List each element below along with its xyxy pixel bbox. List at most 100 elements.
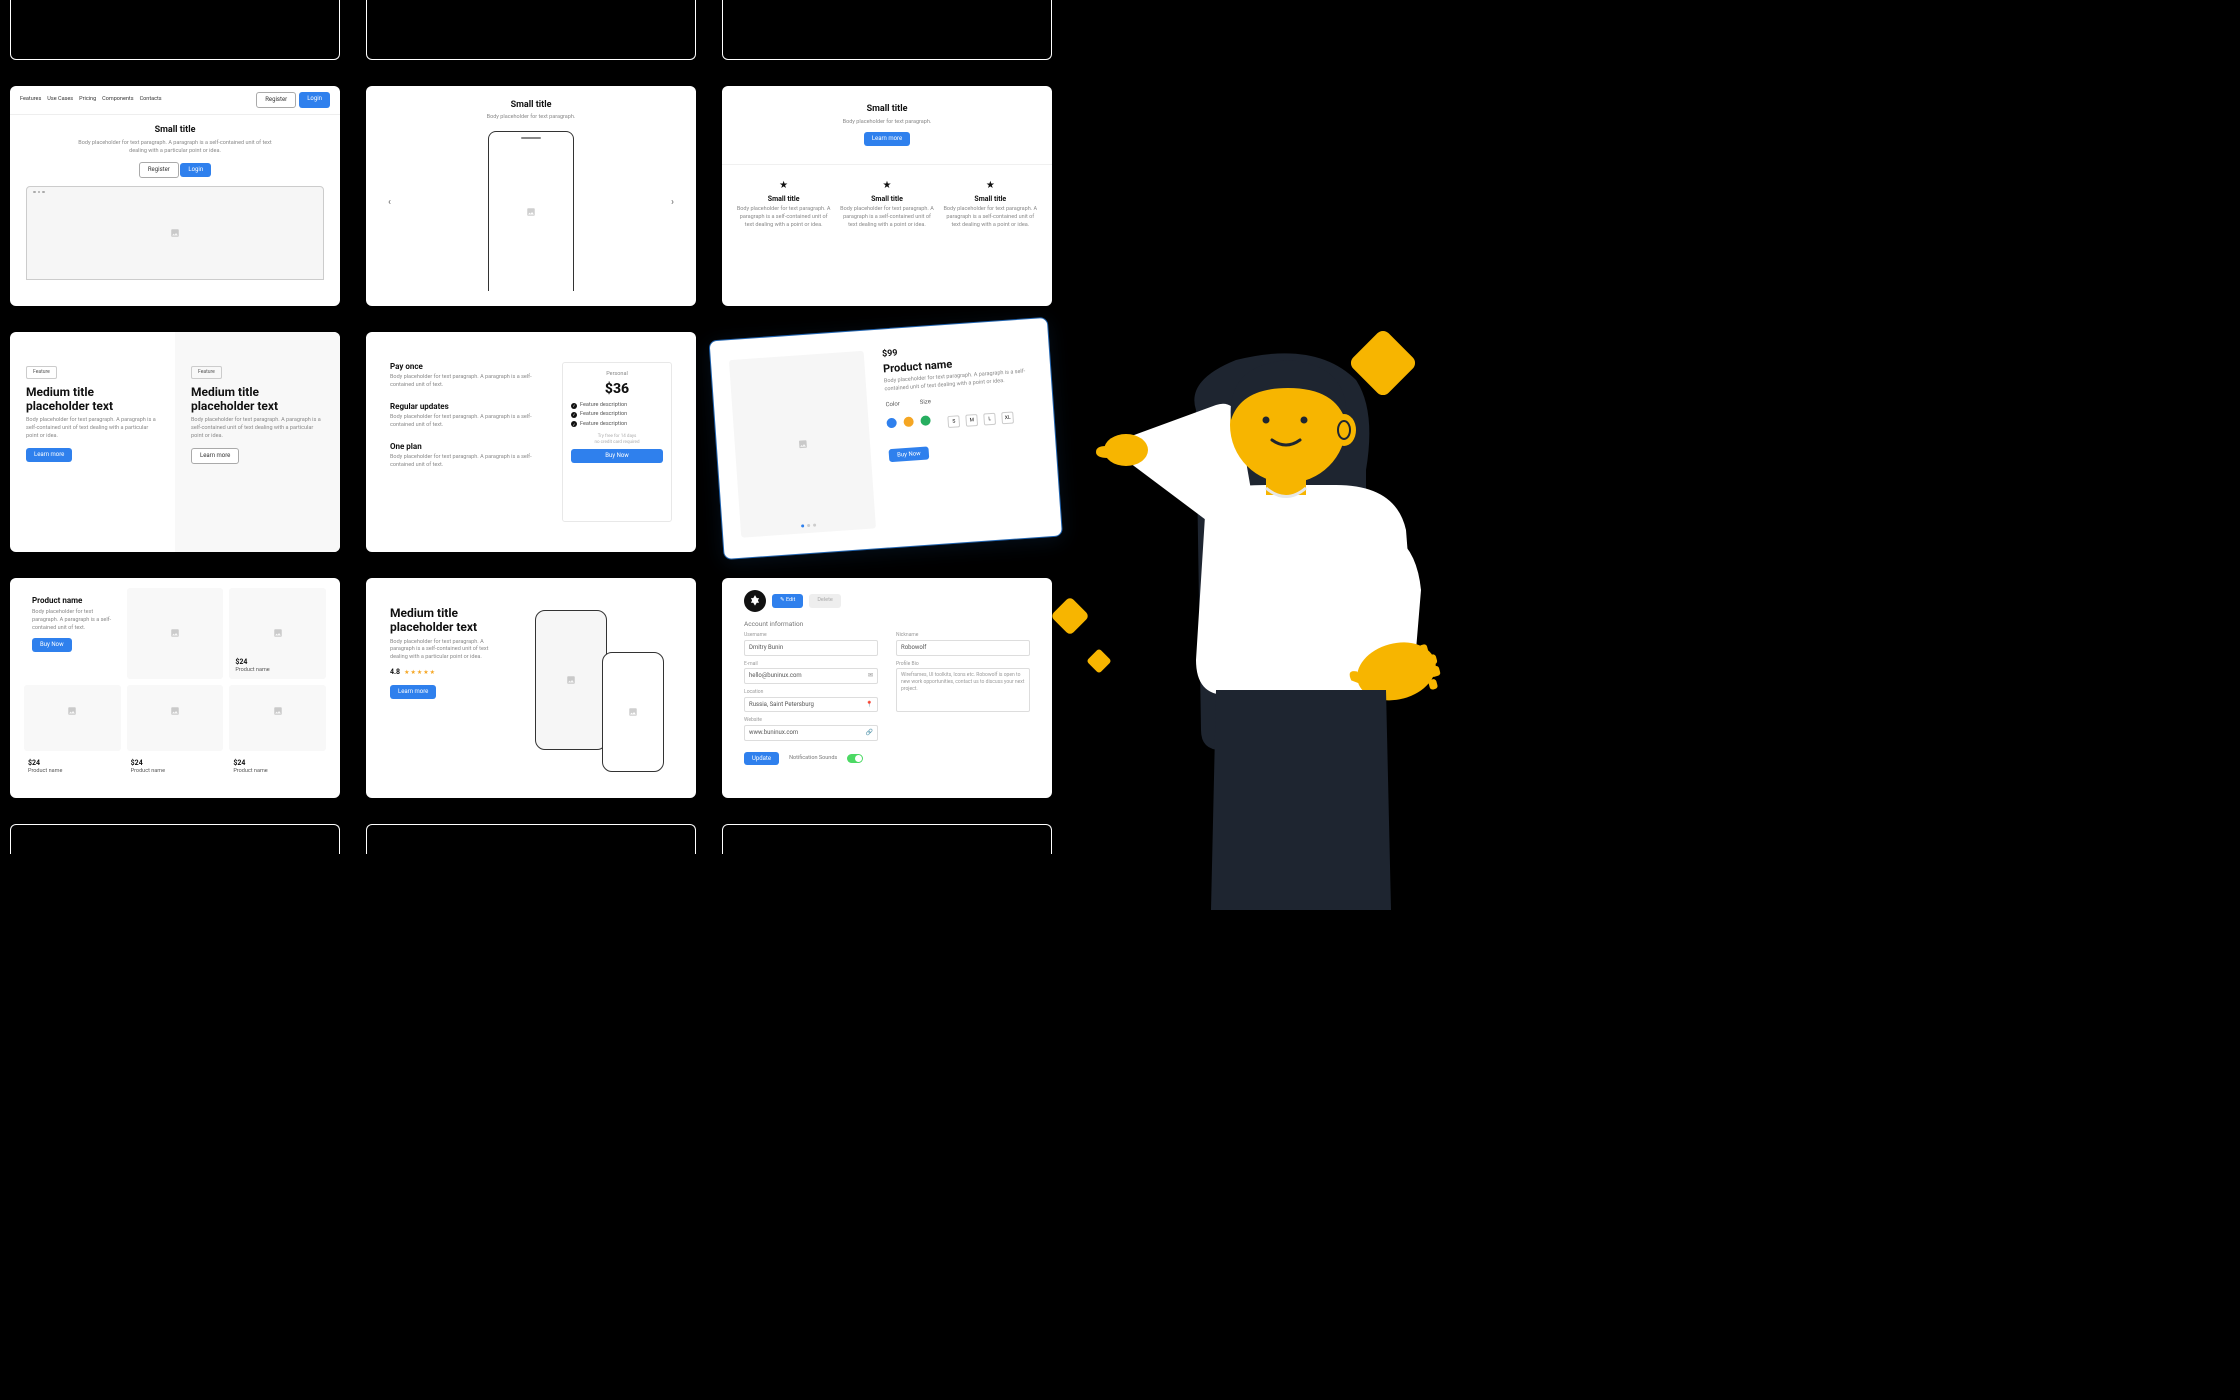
plan-feature: Feature description xyxy=(580,411,627,418)
learn-more-button[interactable]: Learn more xyxy=(191,448,239,464)
location-input[interactable]: Russia, Saint Petersburg📍 xyxy=(744,697,878,713)
nav-link[interactable]: Components xyxy=(102,96,133,103)
chevron-left-icon[interactable]: ‹ xyxy=(388,196,391,209)
nav-link[interactable]: Features xyxy=(20,96,41,103)
buy-now-button[interactable]: Buy Now xyxy=(889,447,929,463)
showcase-title: Medium title placeholder text xyxy=(390,606,507,635)
wireframe-account-form: ✎ Edit Delete Account information Userna… xyxy=(722,578,1052,798)
field-label: Profile Bio xyxy=(896,661,1030,668)
feature-body: Body placeholder for text paragraph. A p… xyxy=(943,206,1038,229)
pricing-heading: Pay once xyxy=(390,362,538,372)
showcase-body: Body placeholder for text paragraph. A p… xyxy=(390,639,507,662)
diamond-decoration xyxy=(1086,648,1111,673)
notification-label: Notification Sounds xyxy=(789,755,837,762)
star-icon: ★ xyxy=(943,179,1038,192)
wireframe-pricing: Pay once Body placeholder for text paragr… xyxy=(366,332,696,552)
product-tile[interactable] xyxy=(229,685,326,752)
learn-more-button[interactable]: Learn more xyxy=(390,685,436,699)
star-rating-icon: ★★★★★ xyxy=(404,669,436,676)
column-body: Body placeholder for text paragraph. A p… xyxy=(191,417,324,440)
size-option[interactable]: XL xyxy=(1001,412,1014,425)
wireframe-two-column: Feature Medium title placeholder text Bo… xyxy=(10,332,340,552)
update-button[interactable]: Update xyxy=(744,752,779,766)
wireframe-hero-nav: Features Use Cases Pricing Components Co… xyxy=(10,86,340,306)
nav-link[interactable]: Use Cases xyxy=(47,96,73,103)
plan-feature: Feature description xyxy=(580,402,627,409)
feature-body: Body placeholder for text paragraph. A p… xyxy=(736,206,831,229)
wireframe-product-detail[interactable]: $99 Product name Body placeholder for te… xyxy=(708,317,1063,560)
link-icon: 🔗 xyxy=(866,729,873,737)
tile-price: $24 xyxy=(28,759,117,768)
image-placeholder-icon xyxy=(170,628,180,638)
product-name: Product name xyxy=(32,596,113,606)
product-tile[interactable] xyxy=(24,685,121,752)
nav-link[interactable]: Pricing xyxy=(79,96,96,103)
image-placeholder-icon xyxy=(67,706,77,716)
register-button[interactable]: Register xyxy=(256,92,296,108)
pricing-body: Body placeholder for text paragraph. A p… xyxy=(390,414,538,429)
size-option[interactable]: S xyxy=(948,416,961,429)
star-icon: ★ xyxy=(839,179,934,192)
carousel-dots[interactable] xyxy=(801,524,816,528)
email-input[interactable]: hello@buninux.com✉ xyxy=(744,668,878,684)
wireframe-stub xyxy=(10,824,340,854)
column-title: Medium title placeholder text xyxy=(191,385,324,414)
feature-body: Body placeholder for text paragraph. A p… xyxy=(839,206,934,229)
star-icon: ★ xyxy=(736,179,831,192)
color-swatch[interactable] xyxy=(903,416,914,427)
image-placeholder-icon xyxy=(566,675,576,685)
website-input[interactable]: www.buninux.com🔗 xyxy=(744,725,878,741)
hero-body: Body placeholder for text paragraph. A p… xyxy=(70,140,280,155)
buy-now-button[interactable]: Buy Now xyxy=(32,638,72,652)
tile-price: $24 xyxy=(233,759,322,768)
learn-more-button[interactable]: Learn more xyxy=(26,448,72,462)
trial-note: Try free for 14 days no credit card requ… xyxy=(571,434,663,446)
column-body: Body placeholder for text paragraph. A p… xyxy=(26,417,159,440)
wireframe-phone-carousel: Small title Body placeholder for text pa… xyxy=(366,86,696,306)
product-body: Body placeholder for text paragraph. A p… xyxy=(32,609,113,632)
pricing-body: Body placeholder for text paragraph. A p… xyxy=(390,454,538,469)
login-button[interactable]: Login xyxy=(299,92,330,108)
wireframe-stub xyxy=(722,824,1052,854)
bio-textarea[interactable]: Wireframes, UI toolkits, Icons etc. Robo… xyxy=(896,668,1030,712)
edit-button[interactable]: ✎ Edit xyxy=(772,594,803,607)
image-placeholder-icon xyxy=(170,228,180,238)
tile-name: Product name xyxy=(235,667,269,674)
learn-more-button[interactable]: Learn more xyxy=(864,132,910,146)
feature-title: Small title xyxy=(736,195,831,204)
nav-link[interactable]: Contacts xyxy=(140,96,162,103)
size-option[interactable]: M xyxy=(965,414,978,427)
plan-price: $36 xyxy=(571,380,663,398)
register-button[interactable]: Register xyxy=(139,162,179,178)
notification-toggle[interactable] xyxy=(847,754,863,763)
product-tile[interactable]: $24Product name xyxy=(229,588,326,679)
tile-name: Product name xyxy=(131,768,220,775)
login-button[interactable]: Login xyxy=(180,163,211,177)
section-label: Account information xyxy=(744,620,1030,628)
field-label: Username xyxy=(744,632,878,639)
product-tile[interactable] xyxy=(127,588,224,679)
color-swatch[interactable] xyxy=(920,415,931,426)
column-title: Medium title placeholder text xyxy=(26,385,159,414)
image-placeholder-icon xyxy=(170,706,180,716)
size-option[interactable]: L xyxy=(983,413,996,426)
color-label: Color xyxy=(885,401,900,409)
feature-title: Small title xyxy=(839,195,934,204)
nickname-input[interactable]: Robowolf xyxy=(896,640,1030,656)
chevron-right-icon[interactable]: › xyxy=(671,196,674,209)
check-icon: ✓ xyxy=(571,412,577,418)
check-icon: ✓ xyxy=(571,421,577,427)
username-input[interactable]: Dmitry Bunin xyxy=(744,640,878,656)
image-placeholder-icon xyxy=(797,439,808,450)
field-label: Website xyxy=(744,717,878,724)
delete-button[interactable]: Delete xyxy=(809,594,841,607)
color-swatch[interactable] xyxy=(887,417,898,428)
pin-icon: 📍 xyxy=(866,701,873,709)
pricing-heading: Regular updates xyxy=(390,402,538,412)
image-placeholder-icon xyxy=(526,207,536,217)
wireframe-features: Small title Body placeholder for text pa… xyxy=(722,86,1052,306)
wireframe-product-grid: Product name Body placeholder for text p… xyxy=(10,578,340,798)
buy-now-button[interactable]: Buy Now xyxy=(571,449,663,463)
product-tile[interactable] xyxy=(127,685,224,752)
check-icon: ✓ xyxy=(571,403,577,409)
